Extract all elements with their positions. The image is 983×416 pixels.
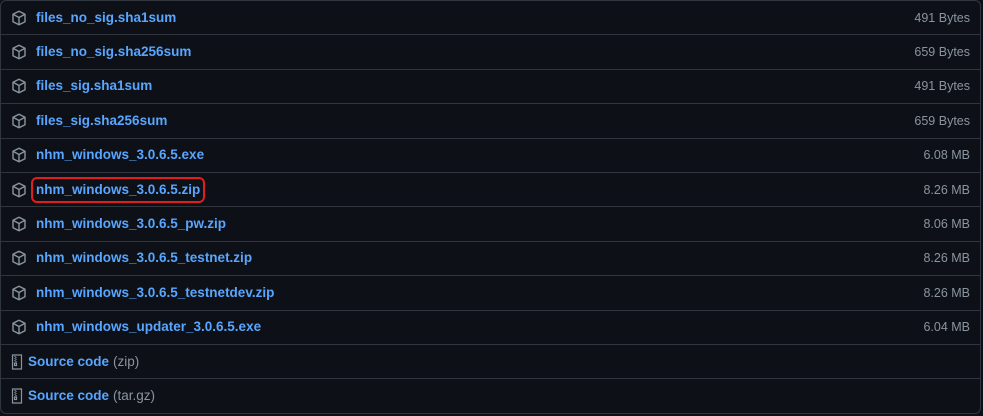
source-code-format: (tar.gz) xyxy=(113,388,156,404)
asset-row-nhm-windows-testnet-zip: nhm_windows_3.0.6.5_testnet.zip 8.26 MB xyxy=(1,242,980,277)
asset-size: 8.06 MB xyxy=(923,217,970,232)
asset-row-files-no-sig-sha1sum: files_no_sig.sha1sum 491 Bytes xyxy=(1,1,980,36)
asset-row-nhm-windows-exe: nhm_windows_3.0.6.5.exe 6.08 MB xyxy=(1,139,980,173)
asset-size: 6.08 MB xyxy=(923,148,970,163)
asset-size: 8.26 MB xyxy=(923,251,970,266)
asset-row-files-no-sig-sha256sum: files_no_sig.sha256sum 659 Bytes xyxy=(1,35,980,70)
package-icon xyxy=(11,78,27,94)
package-icon xyxy=(11,182,27,198)
asset-row-files-sig-sha1sum: files_sig.sha1sum 491 Bytes xyxy=(1,70,980,105)
package-icon xyxy=(11,10,27,26)
source-code-zip-link[interactable]: Source code (zip) xyxy=(28,353,139,371)
asset-size: 491 Bytes xyxy=(914,79,970,94)
source-code-label: Source code xyxy=(28,353,110,369)
asset-link[interactable]: nhm_windows_3.0.6.5_testnet.zip xyxy=(36,250,252,266)
package-icon xyxy=(11,250,27,266)
release-assets-list: files_no_sig.sha1sum 491 Bytes files_no_… xyxy=(0,0,981,414)
package-icon xyxy=(11,319,27,335)
asset-link[interactable]: files_sig.sha1sum xyxy=(36,78,152,94)
asset-link[interactable]: nhm_windows_updater_3.0.6.5.exe xyxy=(36,319,261,335)
asset-row-nhm-windows-zip: nhm_windows_3.0.6.5.zip 8.26 MB xyxy=(1,173,980,208)
asset-link[interactable]: files_no_sig.sha256sum xyxy=(36,44,191,60)
package-icon xyxy=(11,147,27,163)
asset-link[interactable]: nhm_windows_3.0.6.5.exe xyxy=(36,147,204,163)
source-code-row-targz: Source code (tar.gz) xyxy=(1,379,980,413)
asset-size: 8.26 MB xyxy=(923,182,970,197)
asset-size: 659 Bytes xyxy=(914,113,970,128)
package-icon xyxy=(11,216,27,232)
package-icon xyxy=(11,285,27,301)
source-code-format: (zip) xyxy=(113,353,140,369)
asset-size: 659 Bytes xyxy=(914,45,970,60)
asset-row-files-sig-sha256sum: files_sig.sha256sum 659 Bytes xyxy=(1,104,980,139)
asset-row-nhm-windows-testnetdev-zip: nhm_windows_3.0.6.5_testnetdev.zip 8.26 … xyxy=(1,276,980,311)
asset-link-highlighted[interactable]: nhm_windows_3.0.6.5.zip xyxy=(30,176,206,203)
file-zip-icon xyxy=(11,388,23,405)
asset-link[interactable]: nhm_windows_3.0.6.5_pw.zip xyxy=(36,216,226,232)
asset-size: 491 Bytes xyxy=(914,10,970,25)
asset-link[interactable]: nhm_windows_3.0.6.5_testnetdev.zip xyxy=(36,285,274,301)
file-zip-icon xyxy=(11,353,23,370)
asset-link[interactable]: files_no_sig.sha1sum xyxy=(36,10,176,26)
package-icon xyxy=(11,113,27,129)
source-code-targz-link[interactable]: Source code (tar.gz) xyxy=(28,387,155,405)
source-code-label: Source code xyxy=(28,388,110,404)
asset-size: 8.26 MB xyxy=(923,285,970,300)
source-code-row-zip: Source code (zip) xyxy=(1,345,980,380)
asset-row-nhm-windows-pw-zip: nhm_windows_3.0.6.5_pw.zip 8.06 MB xyxy=(1,207,980,242)
package-icon xyxy=(11,44,27,60)
asset-size: 6.04 MB xyxy=(923,320,970,335)
asset-row-nhm-windows-updater-exe: nhm_windows_updater_3.0.6.5.exe 6.04 MB xyxy=(1,311,980,345)
asset-link[interactable]: files_sig.sha256sum xyxy=(36,113,167,129)
